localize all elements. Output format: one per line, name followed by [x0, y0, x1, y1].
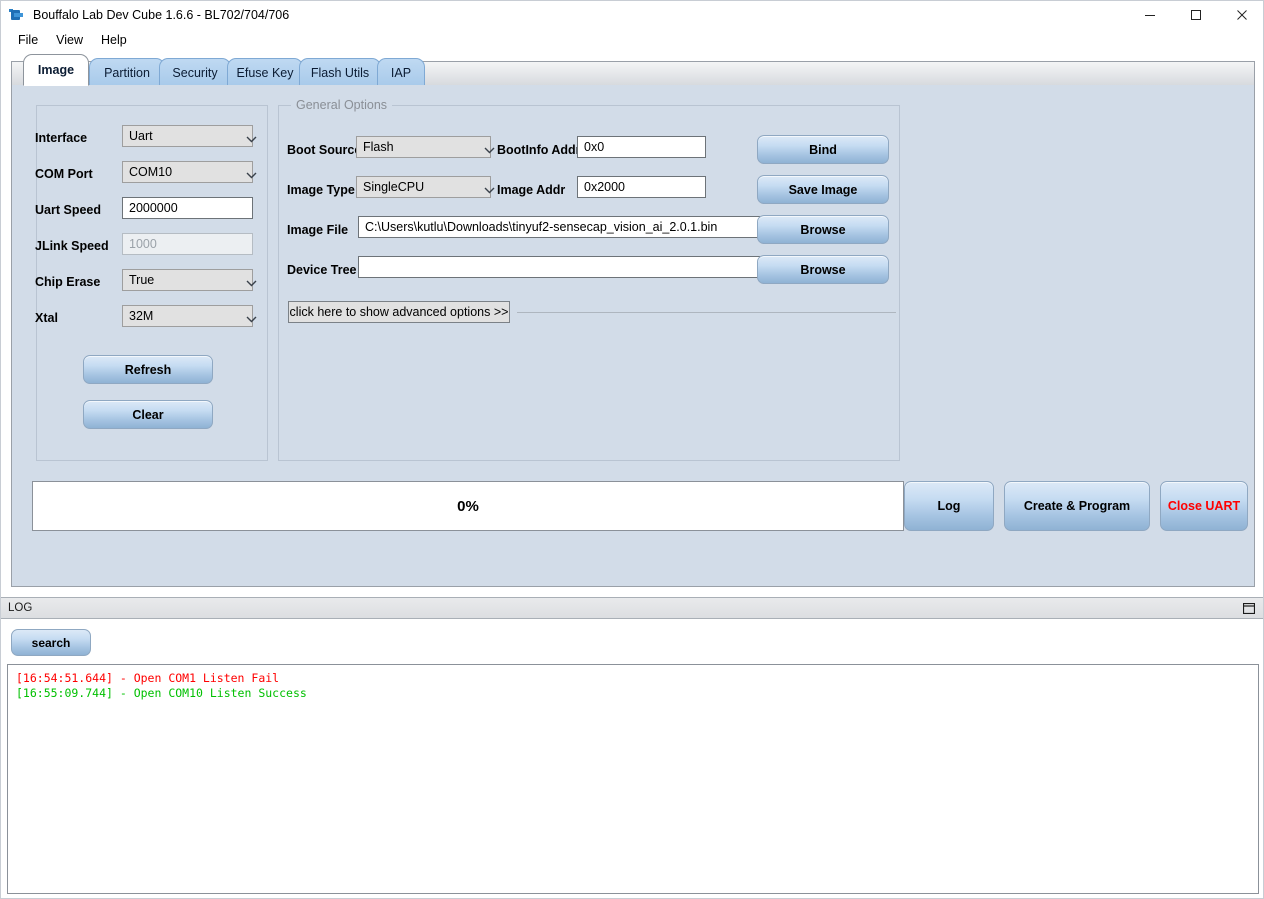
label-image-addr: Image Addr [497, 183, 565, 197]
image-type-dropdown[interactable]: SingleCPU [356, 176, 491, 198]
image-addr-value: 0x2000 [584, 180, 625, 194]
interface-dropdown[interactable]: Uart [122, 125, 253, 147]
image-tab-panel: Interface COM Port Uart Speed JLink Spee… [11, 85, 1255, 587]
label-interface: Interface [35, 131, 87, 145]
save-image-button[interactable]: Save Image [757, 175, 889, 204]
show-advanced-options-button[interactable]: click here to show advanced options >> [288, 301, 510, 323]
create-program-button[interactable]: Create & Program [1004, 481, 1150, 531]
menu-item-view[interactable]: View [47, 31, 92, 49]
tab-iap[interactable]: IAP [377, 58, 425, 86]
uart-speed-input[interactable]: 2000000 [122, 197, 253, 219]
close-icon[interactable] [1219, 1, 1264, 29]
window-title: Bouffalo Lab Dev Cube 1.6.6 - BL702/704/… [33, 8, 289, 22]
close-uart-button[interactable]: Close UART [1160, 481, 1248, 531]
chip-erase-dropdown[interactable]: True [122, 269, 253, 291]
image-type-value: SingleCPU [363, 180, 424, 194]
jlink-speed-input: 1000 [122, 233, 253, 255]
chip-erase-value: True [129, 273, 154, 287]
log-panel-header: LOG [1, 597, 1264, 619]
label-chip-erase: Chip Erase [35, 275, 100, 289]
log-panel-body: search [16:54:51.644] - Open COM1 Listen… [1, 619, 1264, 899]
progress-bar: 0% [32, 481, 904, 531]
interface-value: Uart [129, 129, 153, 143]
advanced-divider [517, 312, 896, 313]
com-port-dropdown[interactable]: COM10 [122, 161, 253, 183]
image-file-value: C:\Users\kutlu\Downloads\tinyuf2-senseca… [365, 220, 717, 234]
tab-partition[interactable]: Partition [89, 58, 165, 86]
tab-flash-utils[interactable]: Flash Utils [299, 58, 381, 86]
general-options-title: General Options [291, 98, 392, 112]
clear-button[interactable]: Clear [83, 400, 213, 429]
maximize-icon[interactable] [1173, 1, 1219, 29]
log-panel-title: LOG [8, 602, 32, 614]
bind-button[interactable]: Bind [757, 135, 889, 164]
browse-device-tree-button[interactable]: Browse [757, 255, 889, 284]
xtal-dropdown[interactable]: 32M [122, 305, 253, 327]
image-file-input[interactable]: C:\Users\kutlu\Downloads\tinyuf2-senseca… [358, 216, 760, 238]
bootinfo-addr-input[interactable]: 0x0 [577, 136, 706, 158]
label-jlink-speed: JLink Speed [35, 239, 109, 253]
title-bar: Bouffalo Lab Dev Cube 1.6.6 - BL702/704/… [1, 1, 1264, 29]
label-com-port: COM Port [35, 167, 93, 181]
label-uart-speed: Uart Speed [35, 203, 101, 217]
log-button[interactable]: Log [904, 481, 994, 531]
uart-speed-value: 2000000 [129, 201, 178, 215]
label-image-file: Image File [287, 223, 348, 237]
boot-source-dropdown[interactable]: Flash [356, 136, 491, 158]
minimize-icon[interactable] [1127, 1, 1173, 29]
menu-bar: File View Help [1, 29, 1264, 51]
image-addr-input[interactable]: 0x2000 [577, 176, 706, 198]
jlink-speed-value: 1000 [129, 237, 157, 251]
label-bootinfo-addr: BootInfo Addr [497, 143, 581, 157]
search-button[interactable]: search [11, 629, 91, 656]
application-window: Bouffalo Lab Dev Cube 1.6.6 - BL702/704/… [0, 0, 1264, 899]
tab-strip: Image Partition Security Efuse Key Flash… [11, 54, 1255, 86]
boot-source-value: Flash [363, 140, 394, 154]
window-controls [1127, 1, 1264, 29]
bootinfo-addr-value: 0x0 [584, 140, 604, 154]
log-line: [16:55:09.744] - Open COM10 Listen Succe… [16, 686, 1250, 701]
refresh-button[interactable]: Refresh [83, 355, 213, 384]
progress-percent-label: 0% [457, 498, 479, 515]
app-icon [9, 7, 25, 23]
com-port-value: COM10 [129, 165, 172, 179]
log-line: [16:54:51.644] - Open COM1 Listen Fail [16, 671, 1250, 686]
tab-image[interactable]: Image [23, 54, 89, 86]
browse-image-file-button[interactable]: Browse [757, 215, 889, 244]
label-image-type: Image Type [287, 183, 355, 197]
xtal-value: 32M [129, 309, 153, 323]
menu-item-help[interactable]: Help [92, 31, 136, 49]
device-tree-input[interactable] [358, 256, 760, 278]
restore-panel-icon[interactable] [1241, 601, 1257, 616]
log-output[interactable]: [16:54:51.644] - Open COM1 Listen Fail [… [7, 664, 1259, 894]
menu-item-file[interactable]: File [9, 31, 47, 49]
label-device-tree: Device Tree [287, 263, 357, 277]
tab-efuse-key[interactable]: Efuse Key [227, 58, 303, 86]
label-boot-source: Boot Source [287, 143, 361, 157]
label-xtal: Xtal [35, 311, 58, 325]
connection-settings-group: Interface COM Port Uart Speed JLink Spee… [36, 105, 268, 461]
tab-security[interactable]: Security [159, 58, 231, 86]
